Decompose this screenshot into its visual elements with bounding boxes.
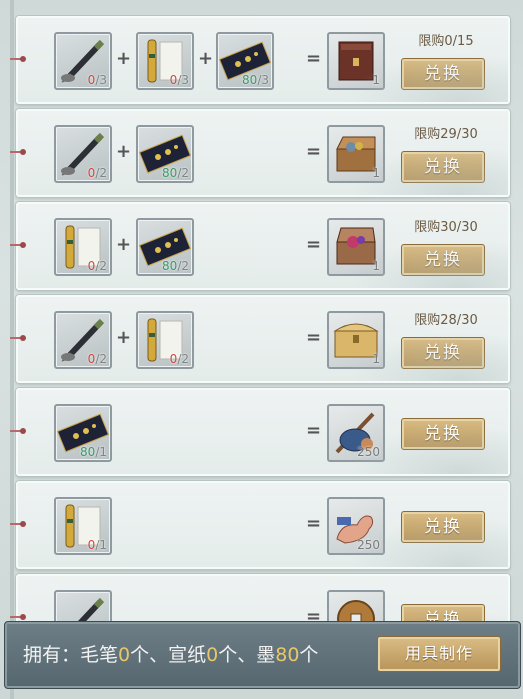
owned-summary: 拥有：毛笔0个、宣纸0个、墨80个	[23, 644, 319, 666]
reward-count: 1	[372, 73, 380, 87]
exchange-button[interactable]: 兑换	[401, 151, 485, 183]
reward-slot[interactable]: 1	[327, 311, 385, 369]
row-pin	[10, 335, 26, 341]
reward-slot[interactable]: 1	[327, 125, 385, 183]
purchase-limit: 限购0/15	[418, 34, 474, 49]
exchange-row: 0/2 + 0/2 = 1 限购28/30 兑换	[10, 295, 510, 383]
plus-sign: +	[116, 141, 132, 162]
reward-slot[interactable]: 1	[327, 32, 385, 90]
purchase-limit: 限购30/30	[414, 220, 478, 235]
equals-sign: =	[306, 420, 322, 441]
ingredient-slot[interactable]: 0/3	[136, 32, 194, 90]
ingredient-count: 80/2	[162, 166, 189, 180]
row-pin	[10, 149, 26, 155]
equals-sign: =	[306, 513, 322, 534]
ingredient-count: 0/3	[169, 73, 189, 87]
equals-sign: =	[306, 327, 322, 348]
ingredient-count: 0/2	[87, 352, 107, 366]
ingredient-slot[interactable]: 0/3	[54, 32, 112, 90]
exchange-button[interactable]: 兑换	[401, 418, 485, 450]
ingredient-count: 80/1	[80, 445, 107, 459]
reward-slot[interactable]: 250	[327, 404, 385, 462]
ingredient-slot[interactable]: 0/2	[136, 311, 194, 369]
paper-owned-count: 0	[206, 644, 219, 666]
ingredient-slot[interactable]: 0/2	[54, 125, 112, 183]
row-pin	[10, 521, 26, 527]
ingredient-count: 80/2	[162, 259, 189, 273]
row-pin	[10, 56, 26, 62]
reward-count: 1	[372, 259, 380, 273]
plus-sign: +	[198, 48, 214, 69]
ingredient-slot[interactable]: 80/2	[136, 218, 194, 276]
ingredient-slot[interactable]: 0/2	[54, 218, 112, 276]
plus-sign: +	[116, 327, 132, 348]
purchase-limit: 限购29/30	[414, 127, 478, 142]
exchange-list[interactable]: 0/3 + 0/3 + 80/3 = 1 限购0/15 兑换 0/2 + 80/…	[0, 0, 523, 699]
exchange-row: 0/3 + 0/3 + 80/3 = 1 限购0/15 兑换	[10, 16, 510, 104]
exchange-row: 0/2 + 80/2 = 1 限购29/30 兑换	[10, 109, 510, 197]
reward-count: 1	[372, 166, 380, 180]
ingredient-slot[interactable]: 80/3	[216, 32, 274, 90]
owned-resources-bar: 拥有：毛笔0个、宣纸0个、墨80个 用具制作	[4, 621, 521, 689]
row-pin	[10, 614, 26, 620]
ingredient-slot[interactable]: 80/1	[54, 404, 112, 462]
plus-sign: +	[116, 234, 132, 255]
equals-sign: =	[306, 48, 322, 69]
ingredient-slot[interactable]: 80/2	[136, 125, 194, 183]
reward-slot[interactable]: 1	[327, 218, 385, 276]
ingredient-slot[interactable]: 0/2	[54, 311, 112, 369]
equals-sign: =	[306, 141, 322, 162]
purchase-limit: 限购28/30	[414, 313, 478, 328]
exchange-button[interactable]: 兑换	[401, 58, 485, 90]
ingredient-count: 0/2	[87, 259, 107, 273]
reward-count: 250	[357, 445, 380, 459]
row-pin	[10, 242, 26, 248]
plus-sign: +	[116, 48, 132, 69]
ingredient-slot[interactable]: 0/1	[54, 497, 112, 555]
exchange-row: 0/1 = 250 兑换	[10, 481, 510, 569]
reward-count: 250	[357, 538, 380, 552]
ingredient-count: 0/2	[87, 166, 107, 180]
ingredient-count: 0/1	[87, 538, 107, 552]
craft-tools-button[interactable]: 用具制作	[377, 636, 501, 672]
ingredient-count: 0/2	[169, 352, 189, 366]
reward-count: 1	[372, 352, 380, 366]
ingredient-count: 0/3	[87, 73, 107, 87]
exchange-row: 0/2 + 80/2 = 1 限购30/30 兑换	[10, 202, 510, 290]
exchange-button[interactable]: 兑换	[401, 244, 485, 276]
row-pin	[10, 428, 26, 434]
reward-slot[interactable]: 250	[327, 497, 385, 555]
ink-owned-count: 80	[275, 644, 300, 666]
exchange-row: 80/1 = 250 兑换	[10, 388, 510, 476]
exchange-button[interactable]: 兑换	[401, 337, 485, 369]
exchange-button[interactable]: 兑换	[401, 511, 485, 543]
ingredient-count: 80/3	[242, 73, 269, 87]
brush-owned-count: 0	[118, 644, 131, 666]
equals-sign: =	[306, 234, 322, 255]
